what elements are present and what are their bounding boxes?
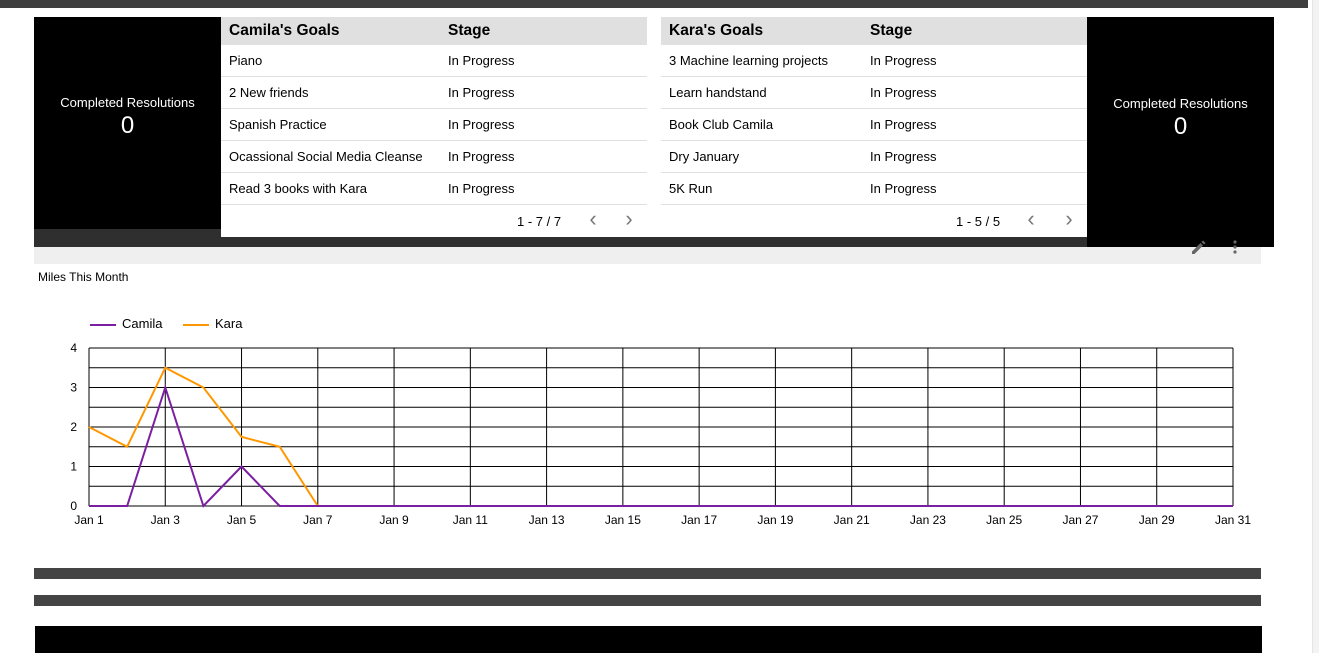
section-divider — [34, 595, 1261, 606]
miles-line-chart: 0 1 2 3 4 Jan 1 Jan 3 Jan 5 Jan 7 Jan 9 Jan 11 Jan … — [70, 341, 1251, 527]
y-tick-label: 2 — [70, 420, 77, 434]
x-tick-label: Jan 1 — [74, 513, 104, 527]
page-scrollbar[interactable] — [1312, 0, 1319, 653]
x-tick-label: Jan 23 — [910, 513, 946, 527]
x-tick-label: Jan 31 — [1215, 513, 1251, 527]
x-tick-label: Jan 7 — [303, 513, 333, 527]
y-tick-label: 3 — [70, 381, 77, 395]
x-tick-label: Jan 11 — [453, 513, 488, 527]
x-tick-label: Jan 15 — [605, 513, 641, 527]
y-tick-label: 1 — [70, 460, 77, 474]
x-tick-label: Jan 25 — [986, 513, 1022, 527]
x-tick-label: Jan 19 — [757, 513, 793, 527]
bottom-panel — [35, 626, 1262, 653]
section-divider — [34, 568, 1261, 579]
x-tick-label: Jan 9 — [379, 513, 409, 527]
y-tick-label: 4 — [70, 341, 77, 355]
x-tick-label: Jan 5 — [227, 513, 257, 527]
x-tick-label: Jan 29 — [1139, 513, 1175, 527]
x-tick-label: Jan 17 — [681, 513, 717, 527]
y-tick-label: 0 — [70, 499, 77, 513]
x-tick-label: Jan 27 — [1062, 513, 1098, 527]
x-tick-label: Jan 3 — [151, 513, 181, 527]
x-tick-label: Jan 21 — [834, 513, 870, 527]
x-tick-label: Jan 13 — [529, 513, 565, 527]
